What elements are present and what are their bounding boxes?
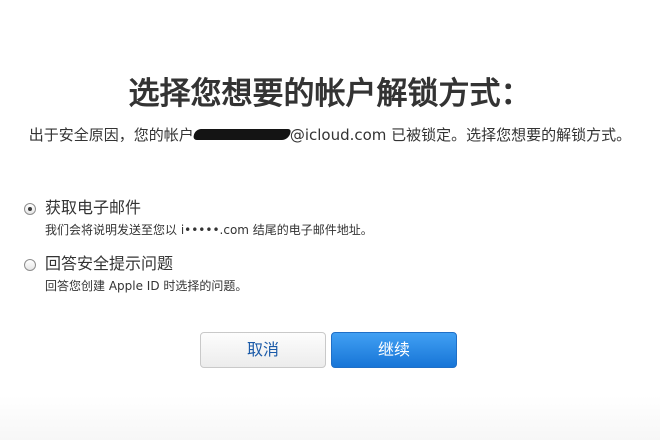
continue-button[interactable]: 继续 (331, 332, 457, 368)
option-get-email-description: 我们会将说明发送至您以 i•••••.com 结尾的电子邮件地址。 (45, 223, 373, 237)
cancel-button[interactable]: 取消 (200, 332, 326, 368)
radio-security-questions[interactable] (24, 259, 36, 271)
option-security-questions-description: 回答您创建 Apple ID 时选择的问题。 (45, 279, 248, 293)
redaction-mark (192, 129, 291, 140)
option-security-questions-label[interactable]: 回答安全提示问题 (45, 252, 624, 276)
redacted-account-name (192, 127, 291, 141)
radio-get-email[interactable] (24, 203, 36, 215)
option-get-email-label[interactable]: 获取电子邮件 (45, 196, 624, 220)
option-security-questions[interactable]: 回答安全提示问题 回答您创建 Apple ID 时选择的问题。 (24, 252, 624, 296)
option-get-email[interactable]: 获取电子邮件 我们会将说明发送至您以 i•••••.com 结尾的电子邮件地址。 (24, 196, 624, 240)
intro-text-after: @icloud.com 已被锁定。选择您想要的解锁方式。 (289, 126, 632, 144)
locked-account-message: 出于安全原因，您的帐户 @icloud.com 已被锁定。选择您想要的解锁方式。 (12, 122, 648, 148)
radio-selected-dot (28, 207, 32, 211)
intro-text-before: 出于安全原因，您的帐户 (28, 126, 194, 144)
unlock-options: 获取电子邮件 我们会将说明发送至您以 i•••••.com 结尾的电子邮件地址。… (24, 196, 624, 308)
unlock-method-page: 选择您想要的帐户解锁方式： 出于安全原因，您的帐户 @icloud.com 已被锁… (0, 0, 660, 440)
page-title: 选择您想要的帐户解锁方式： (128, 76, 532, 112)
